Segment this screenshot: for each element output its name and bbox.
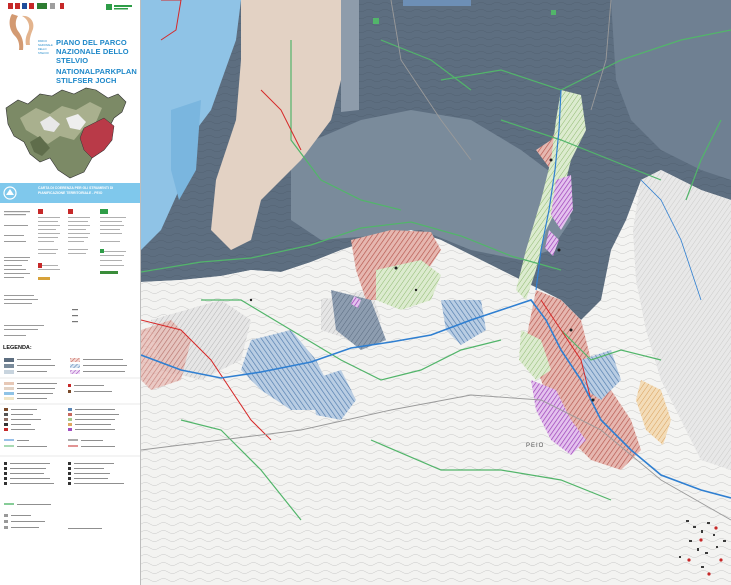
title-it-line1: PIANO DEL PARCO (56, 38, 127, 47)
map-canvas[interactable]: PEIO (141, 0, 731, 585)
zone-strip (341, 0, 359, 112)
banner-line2: PIANIFICAZIONE TERRITORIALE - PEIO (38, 191, 103, 195)
title-it-line2: NAZIONALE DELLO STELVIO (56, 47, 129, 65)
regional-coat-of-arms-icon (8, 3, 64, 9)
title-de-line1: NATIONALPARKPLAN (56, 67, 137, 76)
place-label-peio: PEIO (526, 443, 545, 449)
legend-swatches (0, 358, 140, 529)
banner-logo-icon (3, 186, 17, 200)
park-logo-icon (9, 14, 34, 50)
overview-map (5, 87, 127, 179)
legend-sidebar: PARCO NAZIONALE DELLO STELVIO PIANO DEL … (0, 0, 141, 585)
legend-title: LEGENDA: (3, 345, 32, 351)
zoning-map[interactable] (141, 0, 731, 585)
credits-block (4, 209, 126, 336)
regional-logo-icon (106, 4, 132, 10)
banner-title: CARTA DI COERENZA PER GLI STRUMENTI DI P… (38, 186, 138, 196)
zone-strip-north (403, 0, 471, 6)
